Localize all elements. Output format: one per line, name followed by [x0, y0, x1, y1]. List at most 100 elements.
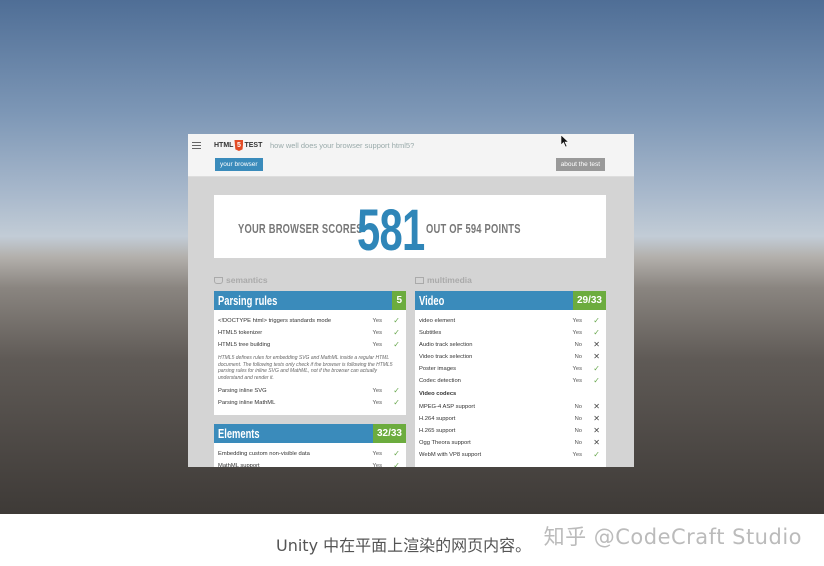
unity-scene-background: HTML 5 TEST how well does your browser s…: [0, 0, 824, 514]
score-banner: YOUR BROWSER SCORES 581 OUT OF 594 POINT…: [214, 195, 606, 263]
site-tagline: how well does your browser support html5…: [270, 141, 415, 150]
check-icon: ✓: [393, 386, 400, 395]
hamburger-icon[interactable]: [192, 142, 201, 151]
test-row[interactable]: H.264 support No ✕: [415, 413, 606, 425]
html5-shield-icon: 5: [234, 140, 244, 151]
test-label: HTML5 tree building: [218, 342, 271, 348]
test-label: Embedding custom non-visible data: [218, 451, 310, 457]
score-prefix: YOUR BROWSER SCORES: [238, 221, 363, 236]
test-result: Yes: [572, 366, 582, 372]
test-row[interactable]: MPEG-4 ASP support No ✕: [415, 401, 606, 413]
test-row[interactable]: Poster images Yes ✓: [415, 363, 606, 375]
test-result: Yes: [372, 318, 382, 324]
test-label: video element: [419, 318, 456, 324]
browser-plane: HTML 5 TEST how well does your browser s…: [188, 134, 634, 467]
test-row[interactable]: HTML5 tokenizer Yes ✓: [214, 327, 406, 339]
test-result: Yes: [572, 330, 582, 336]
check-icon: ✓: [393, 449, 400, 458]
test-row[interactable]: video element Yes ✓: [415, 315, 606, 327]
video-card: Video 29/33 video element Yes ✓ Subtitles Ye…: [415, 291, 606, 467]
test-result: Yes: [372, 342, 382, 348]
test-row[interactable]: MathML support Yes ✓: [214, 460, 406, 467]
cross-icon: ✕: [593, 438, 600, 447]
elements-score: 32/33: [372, 424, 406, 443]
check-icon: ✓: [593, 450, 600, 459]
check-icon: ✓: [593, 364, 600, 373]
test-result: No: [574, 440, 582, 446]
test-result: No: [574, 428, 582, 434]
image-caption: Unity 中在平面上渲染的网页内容。: [276, 536, 532, 555]
test-result: Yes: [572, 318, 582, 324]
test-label: H.265 support: [419, 428, 456, 434]
test-label: Poster images: [419, 366, 457, 372]
cross-icon: ✕: [593, 426, 600, 435]
test-label: Ogg Theora support: [419, 440, 471, 446]
semantics-icon: [214, 276, 223, 284]
cross-icon: ✕: [593, 402, 600, 411]
elements-title: Elements: [218, 426, 260, 441]
test-row[interactable]: Embedding custom non-visible data Yes ✓: [214, 448, 406, 460]
about-test-button[interactable]: about the test: [555, 158, 605, 171]
test-row[interactable]: WebM with VP8 support Yes ✓: [415, 449, 606, 461]
test-row[interactable]: Parsing inline SVG Yes ✓: [214, 385, 406, 397]
test-row[interactable]: Codec detection Yes ✓: [415, 375, 606, 387]
test-row[interactable]: Audio track selection No ✕: [415, 339, 606, 351]
check-icon: ✓: [393, 340, 400, 349]
test-row[interactable]: Parsing inline MathML Yes ✓: [214, 397, 406, 409]
logo-right: TEST: [244, 142, 263, 149]
check-icon: ✓: [593, 316, 600, 325]
multimedia-label: multimedia: [427, 275, 472, 285]
test-label: Video track selection: [419, 354, 473, 360]
test-row[interactable]: H.265 support No ✕: [415, 425, 606, 437]
test-label: MathML support: [218, 463, 260, 467]
html5test-logo[interactable]: HTML 5 TEST: [214, 140, 262, 151]
test-row[interactable]: <!DOCTYPE html> triggers standards mode Y…: [214, 315, 406, 327]
test-result: Yes: [372, 388, 382, 394]
multimedia-icon: [415, 276, 424, 284]
parsing-rules-score: 5: [392, 291, 406, 310]
your-browser-button[interactable]: your browser: [215, 158, 263, 171]
test-result: No: [574, 354, 582, 360]
check-icon: ✓: [393, 398, 400, 407]
logo-left: HTML: [214, 142, 234, 149]
check-icon: ✓: [393, 461, 400, 467]
test-label: Parsing inline SVG: [218, 388, 267, 394]
parsing-rules-header[interactable]: Parsing rules 5: [214, 291, 406, 310]
watermark: 知乎 @CodeCraft Studio: [543, 525, 802, 549]
check-icon: ✓: [593, 328, 600, 337]
test-row[interactable]: Video track selection No ✕: [415, 351, 606, 363]
score-value: 581: [357, 198, 425, 263]
elements-card: Elements 32/33 Embedding custom non-visi…: [214, 424, 406, 467]
test-label: WebM with VP8 support: [419, 452, 482, 458]
test-label: Audio track selection: [419, 342, 473, 348]
video-header[interactable]: Video 29/33: [415, 291, 606, 310]
semantics-label: semantics: [226, 275, 268, 285]
test-label: <!DOCTYPE html> triggers standards mode: [218, 318, 332, 324]
check-icon: ✓: [593, 376, 600, 385]
test-result: Yes: [572, 452, 582, 458]
test-label: HTML5 tokenizer: [218, 330, 263, 336]
test-row[interactable]: HTML5 tree building Yes ✓: [214, 339, 406, 351]
video-codecs-heading: Video codecs: [419, 391, 457, 397]
test-result: No: [574, 416, 582, 422]
parsing-note: HTML5 defines rules for embedding SVG an…: [218, 355, 393, 381]
test-row[interactable]: Subtitles Yes ✓: [415, 327, 606, 339]
elements-header[interactable]: Elements 32/33: [214, 424, 406, 443]
check-icon: ✓: [393, 316, 400, 325]
test-label: H.264 support: [419, 416, 456, 422]
test-label: Subtitles: [419, 330, 442, 336]
semantics-heading: semantics: [214, 275, 268, 285]
cross-icon: ✕: [593, 352, 600, 361]
video-title: Video: [419, 293, 445, 308]
check-icon: ✓: [393, 328, 400, 337]
mouse-cursor-icon: [561, 135, 570, 148]
test-row[interactable]: Ogg Theora support No ✕: [415, 437, 606, 449]
test-label: MPEG-4 ASP support: [419, 404, 475, 410]
test-result: Yes: [572, 378, 582, 384]
test-label: Parsing inline MathML: [218, 400, 276, 406]
score-suffix: OUT OF 594 POINTS: [426, 221, 521, 236]
parsing-rules-title: Parsing rules: [218, 293, 278, 308]
test-result: No: [574, 342, 582, 348]
test-result: Yes: [372, 463, 382, 467]
multimedia-heading: multimedia: [415, 275, 472, 285]
